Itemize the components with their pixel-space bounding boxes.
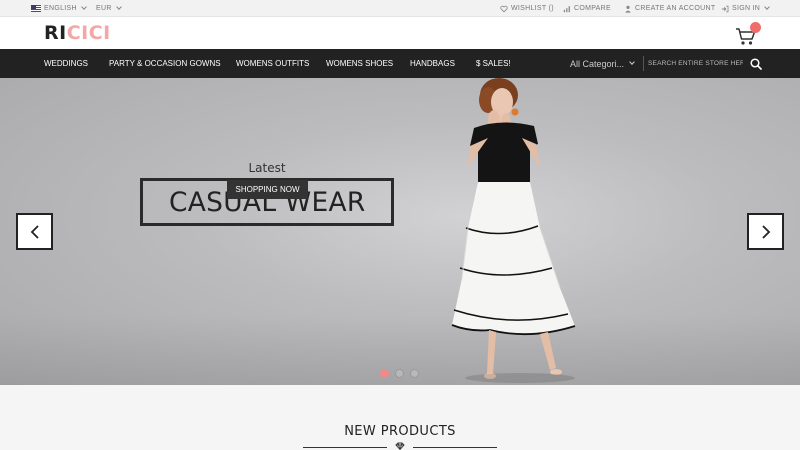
logo-text-dark: RI: [44, 22, 67, 44]
currency-selector[interactable]: EUR: [96, 0, 122, 17]
slider-next-button[interactable]: [747, 213, 784, 250]
hero-subtitle: Latest: [248, 161, 286, 175]
slider-dot[interactable]: [395, 369, 404, 378]
category-select[interactable]: All Categori...: [570, 49, 642, 78]
main-nav: WEDDINGS PARTY & OCCASION GOWNS WOMENS O…: [0, 49, 800, 78]
hero-model-image: [451, 78, 576, 383]
nav-item-womens-shoes[interactable]: WOMENS SHOES: [326, 49, 393, 78]
new-products-section: NEW PRODUCTS: [0, 385, 800, 450]
site-logo[interactable]: RICICI: [44, 22, 111, 44]
shop-now-button[interactable]: SHOPPING NOW: [227, 180, 308, 199]
compare-label: COMPARE: [574, 5, 611, 12]
currency-label: EUR: [96, 5, 112, 12]
site-header: RICICI: [0, 17, 800, 49]
chevron-down-icon: [764, 4, 771, 10]
cart-count-badge: [750, 22, 761, 33]
title-divider-right: [413, 447, 497, 448]
nav-item-sales[interactable]: $ SALES!: [476, 49, 511, 78]
logo-text-pink: CICI: [66, 22, 111, 44]
bar-chart-icon: [563, 5, 570, 12]
search-button[interactable]: [744, 49, 768, 78]
sign-in-link[interactable]: SIGN IN: [721, 0, 771, 17]
slider-dot[interactable]: [410, 369, 419, 378]
slider-pagination: [380, 369, 419, 378]
search-icon: [750, 57, 762, 70]
nav-item-handbags[interactable]: HANDBAGS: [410, 49, 455, 78]
language-label: ENGLISH: [44, 5, 77, 12]
slider-prev-button[interactable]: [16, 213, 53, 250]
language-selector[interactable]: ENGLISH: [31, 0, 87, 17]
nav-item-womens-outfits[interactable]: WOMENS OUTFITS: [236, 49, 309, 78]
category-select-value: All Categori...: [570, 58, 625, 69]
chevron-down-icon: [81, 4, 87, 10]
create-account-link[interactable]: CREATE AN ACCOUNT: [624, 0, 715, 17]
us-flag-icon: [31, 5, 41, 12]
hero-slider: Latest CASUAL WEAR SHOPPING NOW: [0, 78, 800, 385]
slider-dot[interactable]: [380, 369, 389, 378]
diamond-icon: [395, 442, 405, 450]
chevron-down-icon: [629, 59, 635, 65]
chevron-left-icon: [30, 224, 39, 239]
create-account-label: CREATE AN ACCOUNT: [635, 5, 716, 12]
wishlist-label: WISHLIST (): [511, 5, 554, 12]
cart-button[interactable]: [735, 22, 763, 46]
sign-in-label: SIGN IN: [732, 5, 761, 12]
chevron-down-icon: [115, 4, 122, 10]
chevron-right-icon: [761, 224, 770, 239]
nav-item-party-occasion-gowns[interactable]: PARTY & OCCASION GOWNS: [109, 49, 221, 78]
sign-in-icon: [721, 5, 729, 12]
wishlist-link[interactable]: WISHLIST (): [500, 0, 554, 17]
section-title: NEW PRODUCTS: [344, 424, 456, 439]
nav-divider: [643, 56, 644, 71]
search-input[interactable]: [648, 54, 743, 73]
nav-item-weddings[interactable]: WEDDINGS: [44, 49, 88, 78]
compare-link[interactable]: COMPARE: [563, 0, 611, 17]
title-divider-left: [303, 447, 387, 448]
top-utility-bar: ENGLISH EUR WISHLIST () COMPARE CREATE A…: [0, 0, 800, 17]
heart-icon: [500, 5, 508, 12]
user-icon: [625, 5, 631, 13]
